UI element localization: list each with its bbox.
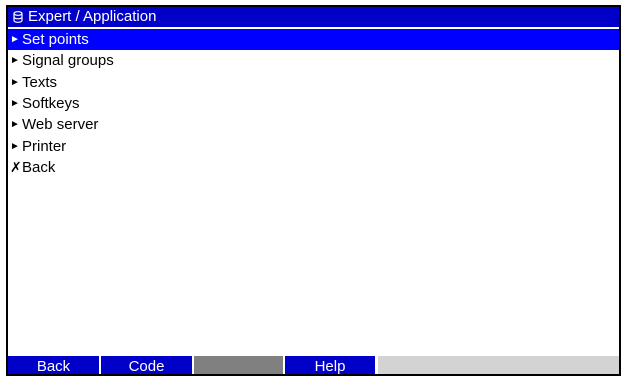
softkey-help-button[interactable]: Help: [285, 356, 375, 374]
menu-item-label: Signal groups: [22, 52, 114, 70]
menu-item-softkeys[interactable]: ► Softkeys: [8, 93, 619, 114]
app-window: Expert / Application ► Set points ► Sign…: [6, 5, 621, 376]
menu-item-web-server[interactable]: ► Web server: [8, 114, 619, 135]
menu-item-back[interactable]: ✗ Back: [8, 157, 619, 178]
softkey-bar: Back Code Help: [8, 356, 619, 374]
menu-item-label: Web server: [22, 116, 99, 134]
menu-item-set-points[interactable]: ► Set points: [8, 29, 619, 51]
arrow-right-icon: ►: [10, 55, 20, 67]
softkey-blank-area: [378, 356, 619, 374]
menu-item-signal-groups[interactable]: ► Signal groups: [8, 50, 619, 71]
cross-icon: ✗: [10, 158, 22, 175]
menu-item-texts[interactable]: ► Texts: [8, 72, 619, 93]
menu-item-label: Texts: [22, 73, 58, 91]
menu-item-label: Set points: [22, 31, 89, 49]
menu-item-label: Back: [22, 158, 56, 176]
arrow-right-icon: ►: [10, 119, 20, 131]
menu-item-label: Printer: [22, 137, 67, 155]
softkey-code-button[interactable]: Code: [101, 356, 192, 374]
database-icon: [11, 7, 25, 27]
menu-item-printer[interactable]: ► Printer: [8, 135, 619, 156]
page-title: Expert / Application: [28, 8, 157, 25]
arrow-right-icon: ►: [10, 76, 20, 88]
arrow-right-icon: ►: [10, 98, 20, 110]
arrow-right-icon: ►: [10, 34, 20, 46]
title-bar: Expert / Application: [8, 7, 619, 27]
menu-list: ► Set points ► Signal groups ► Texts ► S…: [8, 29, 619, 178]
softkey-empty-button: [194, 356, 283, 374]
menu-item-label: Softkeys: [22, 95, 80, 113]
arrow-right-icon: ►: [10, 140, 20, 152]
softkey-back-button[interactable]: Back: [8, 356, 99, 374]
